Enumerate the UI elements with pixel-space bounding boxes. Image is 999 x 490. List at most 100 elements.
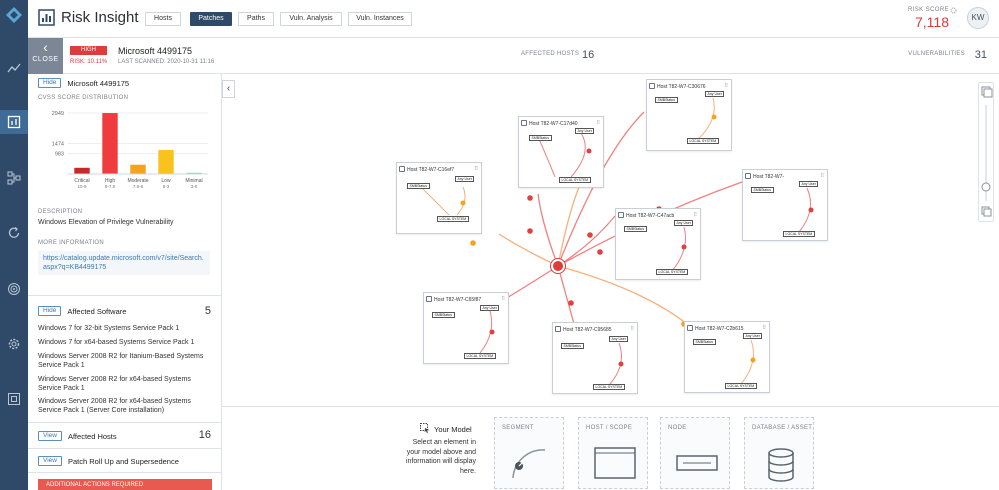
affected-hosts-title: Affected Hosts bbox=[67, 431, 117, 441]
system-node[interactable]: LOCAL SYSTEM bbox=[559, 177, 591, 183]
software-node[interactable]: SMBStatus bbox=[751, 187, 774, 193]
model-help-text: Select an element in your model above an… bbox=[405, 439, 476, 475]
avatar[interactable]: KW bbox=[967, 7, 989, 29]
y-tick-label: 983 bbox=[55, 152, 64, 158]
x-range-label: 7.5-6 bbox=[133, 184, 144, 189]
software-node[interactable]: SMBStatus bbox=[529, 135, 552, 141]
cvss-chart: 29491474983Critical10-9High9-7.5Moderate… bbox=[52, 111, 208, 189]
last-scanned: LAST SCANNED: 2020-10-31 11:16 bbox=[118, 59, 215, 65]
dashboard-icon[interactable] bbox=[0, 110, 28, 134]
patch-name: Microsoft 4499175 bbox=[118, 46, 193, 56]
system-node[interactable]: LOCAL SYSTEM bbox=[464, 353, 496, 359]
zoom-controls[interactable] bbox=[978, 82, 994, 222]
gear-icon[interactable] bbox=[950, 7, 957, 14]
topology-icon[interactable] bbox=[0, 166, 28, 190]
software-item: Windows Server 2008 R2 for x64-based Sys… bbox=[38, 376, 191, 392]
attacker-node[interactable] bbox=[551, 259, 565, 273]
node-card[interactable]: NODE bbox=[660, 417, 730, 489]
hide-details-button[interactable]: Hide bbox=[38, 78, 62, 88]
hosts-header-row: View Affected Hosts bbox=[38, 431, 117, 441]
software-node[interactable]: SMBStatus bbox=[561, 343, 584, 349]
model-panel: Your Model Select an element in your mod… bbox=[222, 406, 999, 490]
close-button[interactable]: ‹ CLOSE bbox=[28, 38, 63, 74]
software-item: Windows 7 for x64-based Systems Service … bbox=[38, 339, 195, 346]
user-node[interactable]: Any User bbox=[743, 333, 763, 339]
software-node[interactable]: SMBStatus bbox=[407, 183, 430, 189]
tab-vuln-instances[interactable]: Vuln. Instances bbox=[348, 12, 412, 26]
software-item: Windows 7 for 32-bit Systems Service Pac… bbox=[38, 325, 180, 332]
more-info-link[interactable]: https://catalog.update.microsoft.com/v7/… bbox=[38, 251, 210, 275]
divider bbox=[28, 422, 221, 423]
risk-score-value: 7,118 bbox=[915, 14, 949, 30]
host-internal-edges bbox=[418, 184, 466, 216]
software-title: Affected Software bbox=[67, 306, 127, 316]
logo-icon bbox=[6, 7, 22, 23]
app-title: Risk Insight bbox=[61, 9, 139, 26]
bar-moderate[interactable] bbox=[130, 164, 146, 174]
host-scope-label: HOST / SCOPE bbox=[586, 425, 633, 431]
chart-app-icon bbox=[38, 9, 55, 26]
tab-paths[interactable]: Paths bbox=[238, 12, 274, 26]
host-card[interactable]: Host T82-W7-C2b615 ⠿ SMBStatus Any User … bbox=[684, 321, 770, 393]
system-node[interactable]: LOCAL SYSTEM bbox=[656, 269, 688, 275]
y-tick-label: 2949 bbox=[52, 111, 64, 117]
segment-label: SEGMENT bbox=[502, 425, 534, 431]
host-card[interactable]: Host T82-W7- ⠿ SMBStatus Any User LOCAL … bbox=[742, 169, 828, 241]
system-node[interactable]: LOCAL SYSTEM bbox=[437, 216, 469, 222]
settings-icon[interactable] bbox=[0, 332, 28, 356]
user-node[interactable]: Any User bbox=[480, 305, 500, 311]
user-node[interactable]: Any User bbox=[799, 181, 819, 187]
host-card[interactable]: Host T82-W7-C30676 ⠿ SMBStatus Any User … bbox=[646, 79, 732, 151]
host-card[interactable]: Host T82-W7-C16ef7 ⠿ SMBStatus Any User … bbox=[396, 162, 482, 234]
risk-percent: RISK: 10.11% bbox=[70, 59, 108, 65]
host-card[interactable]: Host T82-W7-C65f87 ⠿ SMBStatus Any User … bbox=[423, 292, 509, 364]
export-icon[interactable] bbox=[0, 387, 28, 411]
user-node[interactable]: Any User bbox=[674, 220, 694, 226]
patch-subheader: ‹ CLOSE HIGH RISK: 10.11% Microsoft 4499… bbox=[28, 38, 999, 74]
tab-hosts[interactable]: Hosts bbox=[145, 12, 181, 26]
x-range-label: 10-9 bbox=[77, 184, 87, 189]
brand: Risk Insight bbox=[38, 9, 139, 26]
user-node[interactable]: Any User bbox=[609, 336, 629, 342]
rollup-title: Patch Roll Up and Supersedence bbox=[67, 456, 179, 466]
view-hosts-button[interactable]: View bbox=[38, 431, 62, 441]
host-scope-card[interactable]: HOST / SCOPE bbox=[578, 417, 648, 489]
hide-software-button[interactable]: Hide bbox=[38, 306, 62, 316]
tab-vuln-analysis[interactable]: Vuln. Analysis bbox=[280, 12, 342, 26]
divider bbox=[28, 295, 221, 296]
software-node[interactable]: SMBStatus bbox=[655, 97, 678, 103]
rollup-header-row: View Patch Roll Up and Supersedence bbox=[38, 456, 179, 466]
node-label: NODE bbox=[668, 425, 687, 431]
host-scope-icon bbox=[594, 447, 636, 479]
database-icon bbox=[768, 448, 794, 482]
software-node[interactable]: SMBStatus bbox=[693, 339, 716, 345]
tab-patches[interactable]: Patches bbox=[190, 12, 232, 26]
system-node[interactable]: LOCAL SYSTEM bbox=[783, 231, 815, 237]
actions-warning[interactable]: ADDITIONAL ACTIONS REQUIRED bbox=[38, 479, 212, 490]
system-node[interactable]: LOCAL SYSTEM bbox=[593, 384, 625, 390]
y-tick-label: 1474 bbox=[52, 142, 64, 148]
user-node[interactable]: Any User bbox=[455, 176, 475, 182]
user-node[interactable]: Any User bbox=[705, 91, 725, 97]
bar-high[interactable] bbox=[102, 113, 118, 174]
radar-icon[interactable] bbox=[0, 277, 28, 301]
host-card[interactable]: Host T82-W7-C47acb ⠿ SMBStatus Any User … bbox=[615, 208, 701, 280]
divider bbox=[28, 472, 221, 473]
bar-low[interactable] bbox=[158, 150, 174, 174]
host-card[interactable]: Host T82-W7-C95685 ⠿ SMBStatus Any User … bbox=[552, 322, 638, 394]
zoom-slider[interactable] bbox=[979, 83, 993, 221]
view-rollup-button[interactable]: View bbox=[38, 456, 62, 466]
user-node[interactable]: Any User bbox=[575, 128, 595, 134]
refresh-icon[interactable] bbox=[0, 221, 28, 245]
segment-card[interactable]: SEGMENT bbox=[494, 417, 564, 489]
database-asset-card[interactable]: DATABASE / ASSET bbox=[744, 417, 814, 489]
software-node[interactable]: SMBStatus bbox=[624, 226, 647, 232]
affected-hosts-count: 16 bbox=[198, 429, 211, 441]
bar-critical[interactable] bbox=[74, 167, 90, 174]
trend-icon[interactable] bbox=[0, 56, 28, 80]
attack-graph-canvas[interactable]: ‹ Host T82-W7-C16ef7 ⠿ SMBStatus Any Use… bbox=[222, 74, 999, 406]
system-node[interactable]: LOCAL SYSTEM bbox=[725, 383, 757, 389]
software-node[interactable]: SMBStatus bbox=[432, 312, 455, 318]
host-card[interactable]: Host T82-W7-C17d40 ⠿ SMBStatus Any User … bbox=[518, 116, 604, 188]
system-node[interactable]: LOCAL SYSTEM bbox=[687, 138, 719, 144]
